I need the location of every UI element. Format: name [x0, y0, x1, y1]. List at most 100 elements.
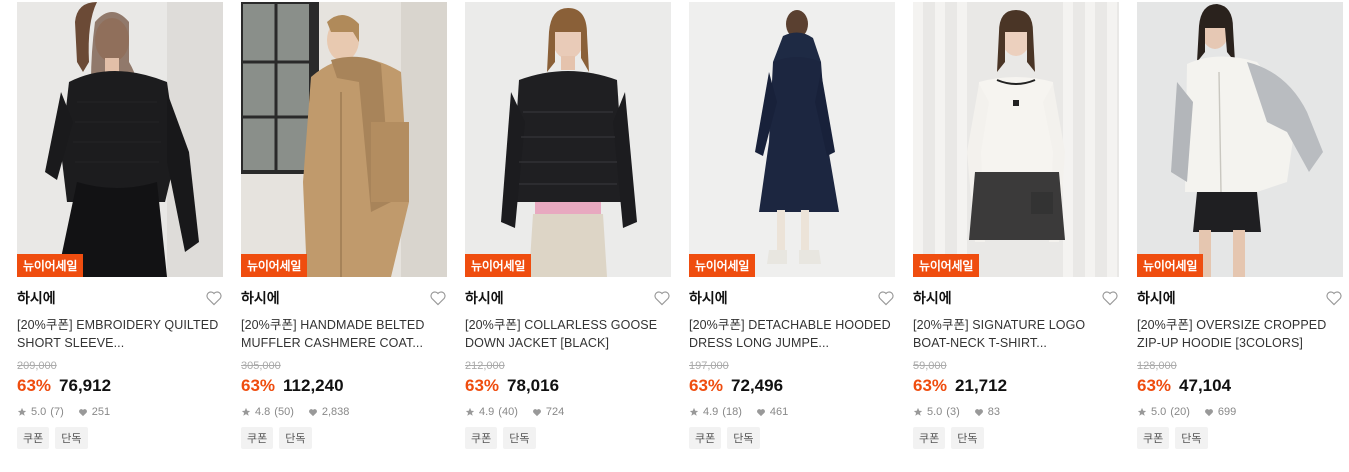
- product-card[interactable]: 뉴이어세일 하시에 [20%쿠폰] COLLARLESS GOOSE DOWN …: [465, 2, 671, 449]
- product-card[interactable]: 뉴이어세일 하시에 [20%쿠폰] SIGNATURE LOGO BOAT-NE…: [913, 2, 1119, 449]
- product-image[interactable]: 뉴이어세일: [241, 2, 447, 277]
- coupon-tag: 쿠폰: [17, 427, 50, 449]
- exclusive-tag: 단독: [279, 427, 312, 449]
- heart-outline-icon[interactable]: [877, 290, 895, 306]
- discount-rate: 63%: [17, 376, 52, 395]
- product-card[interactable]: 뉴이어세일 하시에 [20%쿠폰] OVERSIZE CROPPED ZIP-U…: [1137, 2, 1343, 449]
- exclusive-tag: 단독: [727, 427, 760, 449]
- sale-price: 78,016: [507, 376, 560, 395]
- review-count: (20): [1170, 406, 1190, 418]
- product-grid: 뉴이어세일 하시에 [20%쿠폰] EMBROIDERY QUILTED SHO…: [0, 0, 1349, 449]
- coupon-tag: 쿠폰: [689, 427, 722, 449]
- original-price: 59,000: [913, 360, 947, 372]
- product-card[interactable]: 뉴이어세일 하시에 [20%쿠폰] HANDMADE BELTED MUFFLE…: [241, 2, 447, 449]
- review-count: (50): [274, 406, 294, 418]
- rating-value: 5.0: [1151, 406, 1167, 418]
- heart-outline-icon[interactable]: [205, 290, 223, 306]
- product-name[interactable]: [20%쿠폰] EMBROIDERY QUILTED SHORT SLEEVE.…: [17, 316, 223, 352]
- brand-name[interactable]: 하시에: [17, 288, 56, 308]
- brand-name[interactable]: 하시에: [241, 288, 280, 308]
- product-image[interactable]: 뉴이어세일: [1137, 2, 1343, 277]
- product-card[interactable]: 뉴이어세일 하시에 [20%쿠폰] DETACHABLE HOODED DRES…: [689, 2, 895, 449]
- product-image[interactable]: 뉴이어세일: [689, 2, 895, 277]
- sale-badge: 뉴이어세일: [1137, 254, 1204, 277]
- product-image[interactable]: 뉴이어세일: [465, 2, 671, 277]
- sale-price: 21,712: [955, 376, 1008, 395]
- coupon-tag: 쿠폰: [465, 427, 498, 449]
- product-name[interactable]: [20%쿠폰] SIGNATURE LOGO BOAT-NECK T-SHIRT…: [913, 316, 1119, 352]
- like-count: 2,838: [321, 406, 350, 418]
- exclusive-tag: 단독: [1175, 427, 1208, 449]
- review-count: (7): [50, 406, 64, 418]
- heart-filled-icon: [756, 408, 765, 416]
- coupon-tag: 쿠폰: [913, 427, 946, 449]
- exclusive-tag: 단독: [55, 427, 88, 449]
- discount-rate: 63%: [913, 376, 948, 395]
- star-icon: [241, 407, 251, 416]
- discount-rate: 63%: [689, 376, 724, 395]
- product-name[interactable]: [20%쿠폰] HANDMADE BELTED MUFFLER CASHMERE…: [241, 316, 447, 352]
- heart-filled-icon: [974, 408, 983, 416]
- rating-value: 4.9: [703, 406, 719, 418]
- heart-outline-icon[interactable]: [1101, 290, 1119, 306]
- original-price: 197,000: [689, 360, 729, 372]
- brand-name[interactable]: 하시에: [1137, 288, 1176, 308]
- original-price: 209,000: [17, 360, 57, 372]
- sale-price: 76,912: [59, 376, 112, 395]
- sale-badge: 뉴이어세일: [465, 254, 532, 277]
- brand-name[interactable]: 하시에: [465, 288, 504, 308]
- review-count: (3): [946, 406, 960, 418]
- product-name[interactable]: [20%쿠폰] COLLARLESS GOOSE DOWN JACKET [BL…: [465, 316, 671, 352]
- like-count: 461: [769, 406, 789, 418]
- heart-outline-icon[interactable]: [1325, 290, 1343, 306]
- sale-badge: 뉴이어세일: [913, 254, 980, 277]
- heart-filled-icon: [308, 408, 317, 416]
- heart-filled-icon: [78, 408, 87, 416]
- original-price: 128,000: [1137, 360, 1177, 372]
- like-count: 724: [545, 406, 565, 418]
- coupon-tag: 쿠폰: [241, 427, 274, 449]
- discount-rate: 63%: [241, 376, 276, 395]
- sale-badge: 뉴이어세일: [689, 254, 756, 277]
- sale-badge: 뉴이어세일: [17, 254, 84, 277]
- brand-name[interactable]: 하시에: [689, 288, 728, 308]
- rating-value: 5.0: [31, 406, 47, 418]
- product-photo: [241, 2, 447, 277]
- exclusive-tag: 단독: [951, 427, 984, 449]
- product-card[interactable]: 뉴이어세일 하시에 [20%쿠폰] EMBROIDERY QUILTED SHO…: [17, 2, 223, 449]
- like-count: 83: [987, 406, 1000, 418]
- like-count: 251: [91, 406, 111, 418]
- original-price: 212,000: [465, 360, 505, 372]
- sale-price: 112,240: [283, 376, 344, 395]
- sale-price: 72,496: [731, 376, 784, 395]
- discount-rate: 63%: [465, 376, 500, 395]
- discount-rate: 63%: [1137, 376, 1172, 395]
- star-icon: [17, 407, 27, 416]
- exclusive-tag: 단독: [503, 427, 536, 449]
- heart-outline-icon[interactable]: [429, 290, 447, 306]
- coupon-tag: 쿠폰: [1137, 427, 1170, 449]
- product-photo: [1137, 2, 1343, 277]
- product-image[interactable]: 뉴이어세일: [913, 2, 1119, 277]
- star-icon: [1137, 407, 1147, 416]
- sale-badge: 뉴이어세일: [241, 254, 308, 277]
- product-photo: [17, 2, 223, 277]
- product-image[interactable]: 뉴이어세일: [17, 2, 223, 277]
- product-name[interactable]: [20%쿠폰] DETACHABLE HOODED DRESS LONG JUM…: [689, 316, 895, 352]
- product-photo: [465, 2, 671, 277]
- heart-outline-icon[interactable]: [653, 290, 671, 306]
- sale-price: 47,104: [1179, 376, 1232, 395]
- review-count: (40): [498, 406, 518, 418]
- star-icon: [465, 407, 475, 416]
- rating-value: 4.9: [479, 406, 495, 418]
- product-photo: [689, 2, 895, 277]
- star-icon: [689, 407, 699, 416]
- product-name[interactable]: [20%쿠폰] OVERSIZE CROPPED ZIP-UP HOODIE […: [1137, 316, 1343, 352]
- like-count: 699: [1217, 406, 1237, 418]
- product-photo: [913, 2, 1119, 277]
- heart-filled-icon: [532, 408, 541, 416]
- star-icon: [913, 407, 923, 416]
- heart-filled-icon: [1204, 408, 1213, 416]
- rating-value: 4.8: [255, 406, 271, 418]
- brand-name[interactable]: 하시에: [913, 288, 952, 308]
